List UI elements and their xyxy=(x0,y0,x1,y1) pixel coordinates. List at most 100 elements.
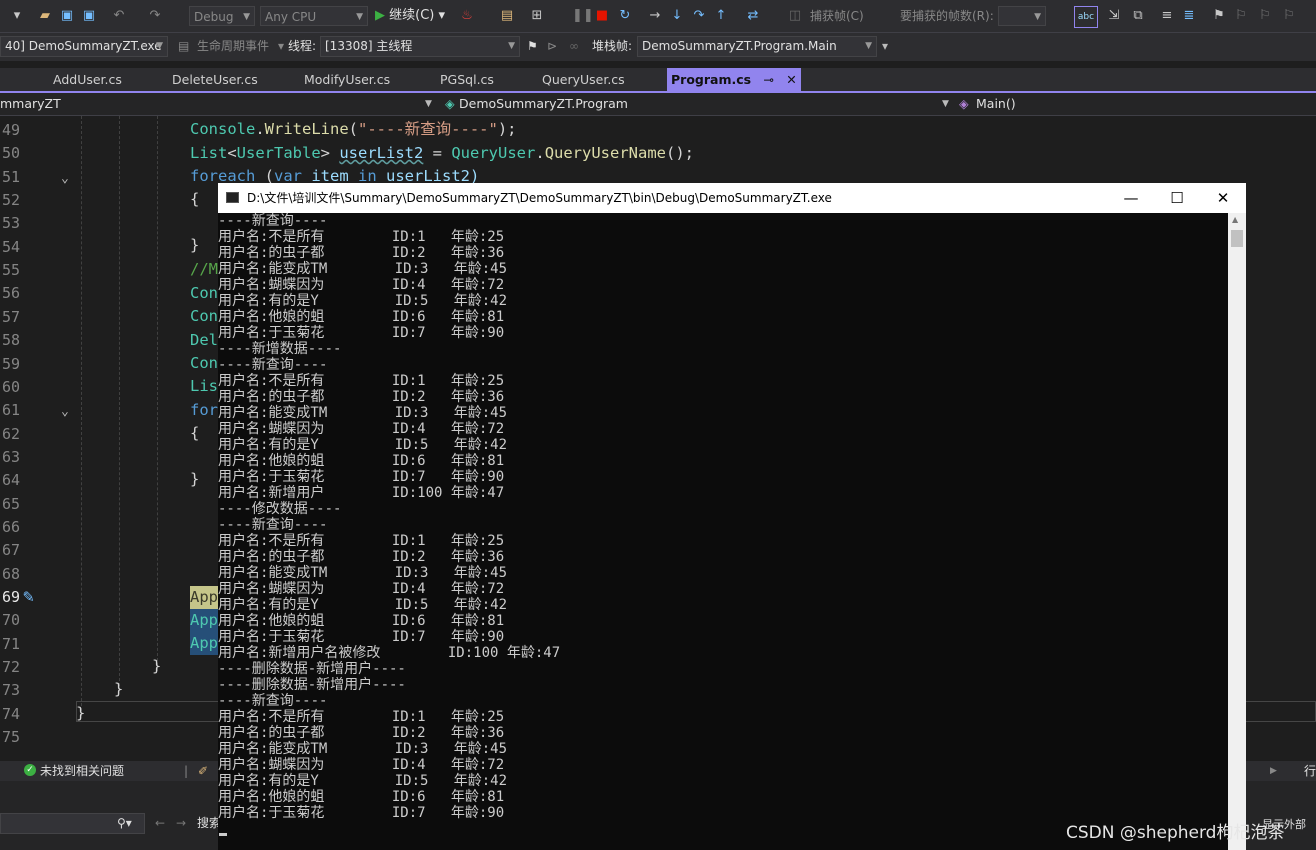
tab-modifyuser[interactable]: ModifyUser.cs xyxy=(304,68,390,91)
search-icon[interactable]: ⚲▾ xyxy=(117,814,132,833)
collapse-icon[interactable]: ⌄ xyxy=(61,172,69,186)
code-line-56: Con xyxy=(190,284,218,302)
filter-icon[interactable]: ⊳ xyxy=(547,36,557,57)
stack-frame-label: 堆栈帧: xyxy=(592,39,633,53)
thread-label: 线程: xyxy=(288,39,317,53)
tab-adduser[interactable]: AddUser.cs xyxy=(53,68,122,91)
pause-icon[interactable]: ❚❚ xyxy=(572,6,594,26)
clear-bookmarks-icon[interactable]: ⚐ xyxy=(1280,6,1298,26)
code-line-59: Con xyxy=(190,354,218,372)
screwdriver-icon[interactable]: ✎ xyxy=(23,585,34,608)
console-line: 用户名:于玉菊花 ID:7 年龄:90 xyxy=(218,629,505,645)
undo-icon[interactable]: ↶ xyxy=(108,6,130,26)
process-dropdown[interactable]: 40] DemoSummaryZT.exe ▼ xyxy=(0,36,168,57)
minimize-button[interactable]: — xyxy=(1108,183,1154,213)
save-all-icon[interactable]: ▣ xyxy=(80,6,98,26)
class-nav-dropdown[interactable]: DemoSummaryZT.Program xyxy=(459,94,628,114)
indent-guide xyxy=(81,116,82,716)
code-token: UserTable xyxy=(236,144,321,162)
issues-status[interactable]: 未找到相关问题 xyxy=(40,761,124,781)
brush-icon[interactable]: ✐ xyxy=(198,761,208,781)
prev-bookmark-icon[interactable]: ⚐ xyxy=(1232,6,1250,26)
line-number: 54 xyxy=(1,238,20,256)
hex-display-icon[interactable]: ⇄ xyxy=(740,6,766,26)
scroll-right-icon[interactable]: ▶ xyxy=(1270,761,1277,781)
maximize-button[interactable]: ☐ xyxy=(1154,183,1200,213)
bookmark-icon[interactable]: ⚑ xyxy=(1210,6,1228,26)
console-title-bar[interactable]: D:\文件\培训文件\Summary\DemoSummaryZT\DemoSum… xyxy=(218,183,1246,213)
tab-program[interactable]: Program.cs ⊸ ✕ xyxy=(667,68,801,91)
line-number: 71 xyxy=(1,635,20,653)
line-number: 65 xyxy=(1,495,20,513)
code-line-72: } xyxy=(152,657,162,675)
next-bookmark-icon[interactable]: ⚐ xyxy=(1256,6,1274,26)
member-nav-dropdown[interactable]: Main() xyxy=(976,94,1016,114)
capture-frame-label[interactable]: 捕获帧(C) xyxy=(810,6,864,26)
project-nav-dropdown[interactable]: mmaryZT xyxy=(0,94,61,114)
save-icon[interactable]: ▣ xyxy=(58,6,76,26)
stop-icon[interactable]: ■ xyxy=(594,6,610,26)
scroll-up-icon[interactable]: ▲ xyxy=(1232,215,1238,224)
console-line: 用户名:不是所有 ID:1 年龄:25 xyxy=(218,709,505,725)
step-out-icon[interactable]: ↑ xyxy=(712,6,730,26)
console-line: 用户名:的虫子都 ID:2 年龄:36 xyxy=(218,245,505,261)
console-scrollbar-thumb[interactable] xyxy=(1231,230,1243,247)
code-token: ( xyxy=(348,120,359,138)
tab-pgsql[interactable]: PGSql.cs xyxy=(440,68,494,91)
console-line: 用户名:他娘的蛆 ID:6 年龄:81 xyxy=(218,613,505,629)
console-line: ----新查询---- xyxy=(218,213,328,229)
stack-frame-dropdown[interactable]: DemoSummaryZT.Program.Main ▼ xyxy=(637,36,877,57)
split-icon[interactable]: ⧉ xyxy=(1128,6,1148,26)
console-line: 用户名:能变成TM ID:3 年龄:45 xyxy=(218,565,508,581)
code-line-70: App xyxy=(190,609,218,632)
tab-label: PGSql.cs xyxy=(440,72,494,87)
layout-icon[interactable]: ⊞ xyxy=(526,6,548,26)
outdent-icon[interactable]: ≣ xyxy=(1180,6,1198,26)
step-over-icon[interactable]: ↷ xyxy=(690,6,708,26)
lifecycle-events-label[interactable]: 生命周期事件 xyxy=(197,36,269,57)
search-input[interactable]: ⚲▾ xyxy=(0,813,145,834)
forward-arrow-icon[interactable]: → xyxy=(176,813,186,834)
tab-deleteuser[interactable]: DeleteUser.cs xyxy=(172,68,258,91)
console-scrollbar[interactable]: ▲ xyxy=(1228,213,1246,850)
frames-count-dropdown[interactable]: ▼ xyxy=(998,6,1046,26)
line-indicator: 行 xyxy=(1304,764,1316,778)
collapse-icon[interactable]: ⌄ xyxy=(61,405,69,419)
platform-dropdown[interactable]: Any CPU ▼ xyxy=(260,6,368,26)
flag-icon[interactable]: ⚑ xyxy=(527,36,538,57)
code-token: (); xyxy=(666,144,695,162)
pin-icon[interactable]: ⊸ xyxy=(763,72,773,87)
cursor-icon[interactable]: ⇲ xyxy=(1104,6,1124,26)
redo-icon[interactable]: ↷ xyxy=(144,6,166,26)
camera-icon[interactable]: ◫ xyxy=(786,6,804,26)
indent-icon[interactable]: ≡ xyxy=(1158,6,1176,26)
open-folder-icon[interactable]: ▰ xyxy=(36,6,54,26)
project-menu-icon[interactable]: ▾ xyxy=(2,6,32,26)
chevron-down-icon[interactable]: ▼ xyxy=(425,94,432,114)
spell-check-icon[interactable]: abc xyxy=(1074,6,1098,28)
continue-label: 继续(C) xyxy=(389,8,435,23)
hot-reload-icon[interactable]: ♨ xyxy=(456,6,478,26)
tab-label: Program.cs xyxy=(671,72,752,87)
code-line-50: List<UserTable> userList2 = QueryUser.Qu… xyxy=(190,142,694,165)
step-into-icon[interactable]: ↓ xyxy=(668,6,686,26)
tab-queryuser[interactable]: QueryUser.cs xyxy=(542,68,625,91)
close-icon[interactable]: ✕ xyxy=(786,72,796,87)
show-next-statement-icon[interactable]: → xyxy=(646,6,664,26)
console-line: 用户名:蝴蝶因为 ID:4 年龄:72 xyxy=(218,757,505,773)
overflow-icon[interactable]: ▾ xyxy=(882,36,888,57)
stack-frame-value: DemoSummaryZT.Program.Main xyxy=(642,39,837,53)
back-arrow-icon[interactable]: ← xyxy=(155,813,165,834)
play-icon: ▶ xyxy=(375,8,385,23)
link-icon[interactable]: ∞ xyxy=(569,36,579,57)
navigation-bar: mmaryZT ▼ ◈ DemoSummaryZT.Program ▼ ◈ Ma… xyxy=(0,93,1316,116)
restart-icon[interactable]: ↻ xyxy=(616,6,634,26)
close-button[interactable]: ✕ xyxy=(1200,183,1246,213)
browse-icon[interactable]: ▤ xyxy=(498,6,516,26)
continue-button[interactable]: ▶ 继续(C) ▾ xyxy=(375,6,453,26)
console-window[interactable]: D:\文件\培训文件\Summary\DemoSummaryZT\DemoSum… xyxy=(218,183,1246,850)
console-line: 用户名:不是所有 ID:1 年龄:25 xyxy=(218,533,505,549)
config-dropdown[interactable]: Debug ▼ xyxy=(189,6,255,26)
thread-dropdown[interactable]: [13308] 主线程 ▼ xyxy=(320,36,520,57)
chevron-down-icon[interactable]: ▼ xyxy=(942,94,949,114)
